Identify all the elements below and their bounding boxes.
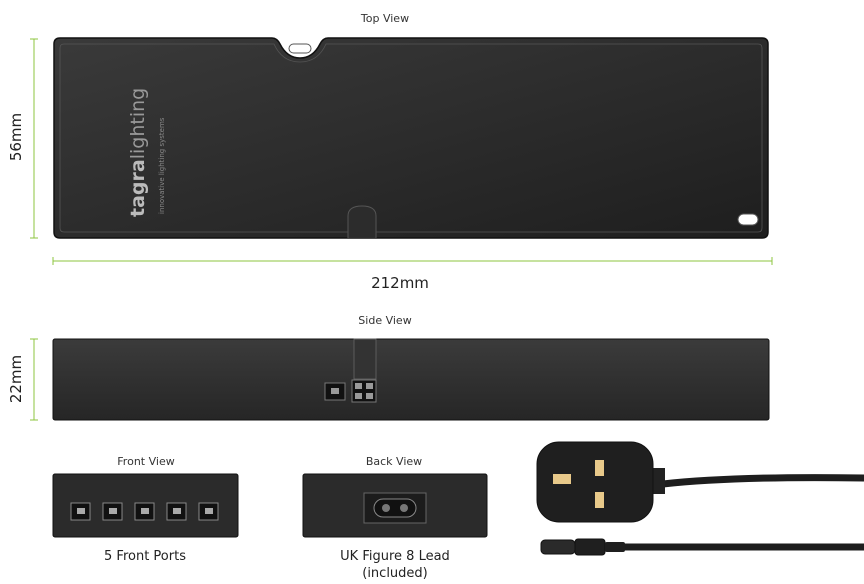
back-view-caption: Back View bbox=[365, 455, 423, 468]
back-lead-label-line2: (included) bbox=[362, 566, 428, 581]
brand-tagline: innovative lighting systems bbox=[158, 117, 166, 214]
height-dimension-line bbox=[30, 38, 38, 239]
back-view-device bbox=[302, 473, 488, 538]
height-label-22mm: 22mm bbox=[7, 354, 25, 404]
plug-pin-neutral bbox=[595, 492, 604, 508]
side-view-device bbox=[52, 338, 770, 421]
side-view-caption: Side View bbox=[358, 314, 412, 327]
front-ports-label: 5 Front Ports bbox=[104, 549, 186, 564]
uk-plug-lead bbox=[536, 441, 864, 556]
side-height-dimension-line bbox=[30, 338, 38, 421]
back-lead-label: UK Figure 8 Lead (included) bbox=[300, 548, 490, 582]
plug-pin-live bbox=[595, 460, 604, 476]
width-label-212mm: 212mm bbox=[371, 274, 429, 292]
front-view-caption: Front View bbox=[117, 455, 175, 468]
back-lead-label-line1: UK Figure 8 Lead bbox=[340, 549, 450, 564]
plug-pin-earth bbox=[553, 474, 571, 484]
top-view-caption: Top View bbox=[360, 12, 410, 25]
brand-name-light: lighting bbox=[127, 87, 149, 160]
front-view-device bbox=[52, 473, 239, 538]
width-dimension-line bbox=[52, 257, 773, 265]
height-label-56mm: 56mm bbox=[7, 112, 25, 162]
brand-logo: tagralighting innovative lighting system… bbox=[116, 60, 276, 220]
brand-name-bold: tagra bbox=[127, 159, 149, 217]
